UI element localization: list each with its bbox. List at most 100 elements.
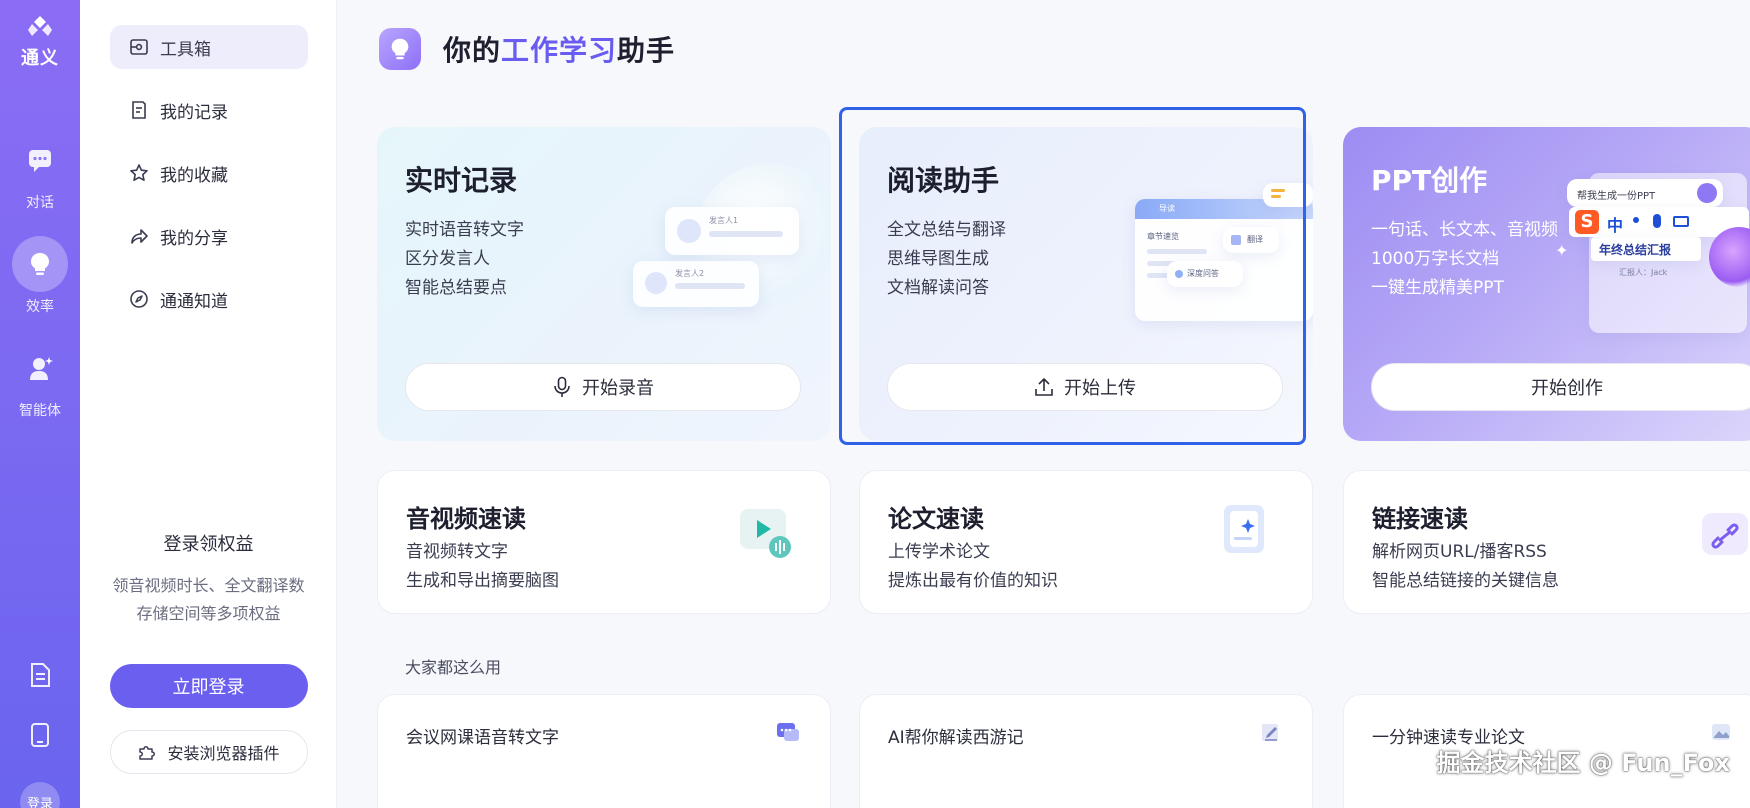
feature-line: 实时语音转文字: [405, 220, 524, 240]
speaker-label: 发言人1: [709, 216, 739, 225]
sidebar: 工具箱 我的记录 我的收藏 我的分享 通通知道 登录领权益 领音视频时长、全文翻…: [80, 0, 337, 808]
sidebar-item-label: 我的记录: [160, 102, 228, 123]
image-doc-icon: [1712, 724, 1730, 740]
cta-label: 开始上传: [1064, 378, 1136, 399]
translate-label: 翻译: [1247, 235, 1263, 244]
feature-line: 智能总结要点: [405, 278, 507, 298]
feature-line: 上传学术论文: [888, 542, 990, 562]
bulb-icon: [31, 253, 49, 275]
brand-name: 通义: [21, 48, 59, 69]
card-reading-assistant[interactable]: 阅读助手 全文总结与翻译 思维导图生成 文档解读问答 导读 章节速览 翻译 深度…: [859, 127, 1313, 441]
sidebar-item-label: 我的分享: [160, 228, 228, 249]
share-icon: [131, 229, 148, 244]
bulb-icon: [391, 38, 409, 60]
mobile-icon-button[interactable]: [30, 722, 50, 752]
rail-item-label: 智能体: [19, 403, 61, 419]
usage-card-meeting-transcribe[interactable]: 会议网课语音转文字: [377, 694, 831, 808]
sidebar-item-shares[interactable]: 我的分享: [110, 214, 308, 258]
chat-icon: [29, 150, 51, 172]
compass-icon: [130, 290, 148, 308]
rail-item-label: 对话: [26, 195, 54, 211]
chat-bubble-icon: [777, 723, 799, 741]
sidebar-item-knowledge[interactable]: 通通知道: [110, 277, 308, 321]
puzzle-icon: [139, 746, 156, 760]
rail-item-efficiency[interactable]: 效率: [12, 236, 68, 316]
cta-label: 开始录音: [582, 378, 654, 399]
avatar[interactable]: 登录: [20, 782, 60, 808]
start-upload-button[interactable]: 开始上传: [887, 363, 1283, 411]
speaker-label: 发言人2: [675, 269, 705, 278]
feature-line: 智能总结链接的关键信息: [1372, 571, 1559, 591]
feature-line: 生成和导出摘要脑图: [406, 571, 559, 591]
sidebar-item-records[interactable]: 我的记录: [110, 88, 308, 132]
sidebar-item-favorites[interactable]: 我的收藏: [110, 151, 308, 195]
microphone-icon: [554, 376, 570, 397]
card-av-quick-read[interactable]: 音视频速读 音视频转文字 生成和导出摘要脑图: [377, 470, 831, 614]
card-title: 论文速读: [888, 505, 984, 533]
card-features: 音视频转文字 生成和导出摘要脑图: [406, 538, 559, 596]
rail-item-chat[interactable]: 对话: [12, 132, 68, 212]
card-title: 链接速读: [1372, 505, 1468, 533]
login-description: 领音视频时长、全文翻译数 存储空间等多项权益: [80, 572, 337, 628]
login-button[interactable]: 立即登录: [109, 664, 308, 708]
page-header: 你的工作学习助手: [379, 28, 675, 70]
feature-line: 全文总结与翻译: [887, 220, 1006, 240]
paper-sparkle-icon: [1224, 505, 1264, 553]
guide-label: 导读: [1159, 204, 1175, 213]
login-title: 登录领权益: [163, 534, 254, 555]
card-title: 阅读助手: [887, 164, 1000, 197]
card-link-quick-read[interactable]: 链接速读 解析网页URL/播客RSS 智能总结链接的关键信息: [1343, 470, 1750, 614]
card-title: PPT创作: [1371, 164, 1488, 197]
link-icon: [1702, 513, 1748, 555]
card-realtime-record[interactable]: 实时记录 实时语音转文字 区分发言人 智能总结要点 发言人1 发言人2 开始录音: [377, 127, 831, 441]
record-icon: [132, 101, 146, 119]
install-extension-label: 安装浏览器插件: [167, 744, 280, 763]
install-extension-button[interactable]: 安装浏览器插件: [109, 730, 308, 774]
rail-item-label: 效率: [26, 299, 54, 315]
card-paper-quick-read[interactable]: 论文速读 上传学术论文 提炼出最有价值的知识: [859, 470, 1313, 614]
login-description-line: 存储空间等多项权益: [136, 604, 281, 623]
usage-card-title: AI帮你解读西游记: [888, 728, 1024, 748]
start-recording-button[interactable]: 开始录音: [405, 363, 801, 411]
usage-card-journey-west[interactable]: AI帮你解读西游记: [859, 694, 1313, 808]
upload-icon: [1035, 378, 1053, 396]
document-icon: [31, 663, 50, 687]
card-title: 音视频速读: [406, 505, 526, 533]
feature-line: 思维导图生成: [887, 249, 989, 269]
start-creating-button[interactable]: 开始创作: [1371, 363, 1750, 411]
sidebar-item-toolbox[interactable]: 工具箱: [110, 25, 308, 69]
ppt-prompt: 帮我生成一份PPT: [1577, 191, 1656, 202]
card-features: 实时语音转文字 区分发言人 智能总结要点: [405, 216, 524, 303]
main-content: 你的工作学习助手 实时记录 实时语音转文字 区分发言人 智能总结要点 发言人1 …: [337, 0, 1750, 808]
login-promo: 登录领权益 领音视频时长、全文翻译数 存储空间等多项权益 立即登录 安装浏览器插…: [80, 530, 337, 774]
mobile-icon: [31, 723, 49, 747]
star-icon: [130, 164, 148, 181]
qa-label: 深度问答: [1187, 269, 1219, 278]
feature-line: 一句话、长文本、音视频: [1371, 220, 1558, 240]
card-features: 一句话、长文本、音视频 1000万字长文档 一键生成精美PPT: [1371, 216, 1558, 303]
rail-item-agent[interactable]: 智能体: [12, 340, 68, 420]
feature-line: 1000万字长文档: [1371, 249, 1500, 269]
ime-label: 中: [1607, 216, 1624, 235]
feature-line: 音视频转文字: [406, 542, 508, 562]
watermark: 掘金技术社区 @ Fun_Fox: [1436, 749, 1730, 777]
assistant-logo: [379, 28, 421, 70]
agent-icon: [30, 357, 53, 380]
app-rail: 通义 对话 效率 智能体 登录: [0, 0, 80, 808]
brand-logo[interactable]: 通义: [21, 14, 59, 70]
sidebar-item-label: 我的收藏: [160, 165, 228, 186]
toolbox-icon: [130, 39, 148, 55]
ppt-reporter: 汇报人：Jack: [1619, 268, 1668, 277]
document-icon-button[interactable]: [28, 662, 52, 692]
card-features: 解析网页URL/播客RSS 智能总结链接的关键信息: [1372, 538, 1559, 596]
card-features: 全文总结与翻译 思维导图生成 文档解读问答: [887, 216, 1006, 303]
feature-line: 解析网页URL/播客RSS: [1372, 542, 1547, 562]
title-accent: 工作学习: [501, 34, 618, 67]
page-title: 你的工作学习助手: [443, 29, 675, 69]
sidebar-item-label: 通通知道: [160, 291, 228, 312]
card-ppt-creation[interactable]: PPT创作 一句话、长文本、音视频 1000万字长文档 一键生成精美PPT ✦ …: [1343, 127, 1750, 441]
section-title: 大家都这么用: [405, 658, 502, 677]
sidebar-item-label: 工具箱: [160, 39, 211, 60]
video-play-icon: [740, 509, 791, 558]
cta-label: 开始创作: [1531, 378, 1603, 399]
